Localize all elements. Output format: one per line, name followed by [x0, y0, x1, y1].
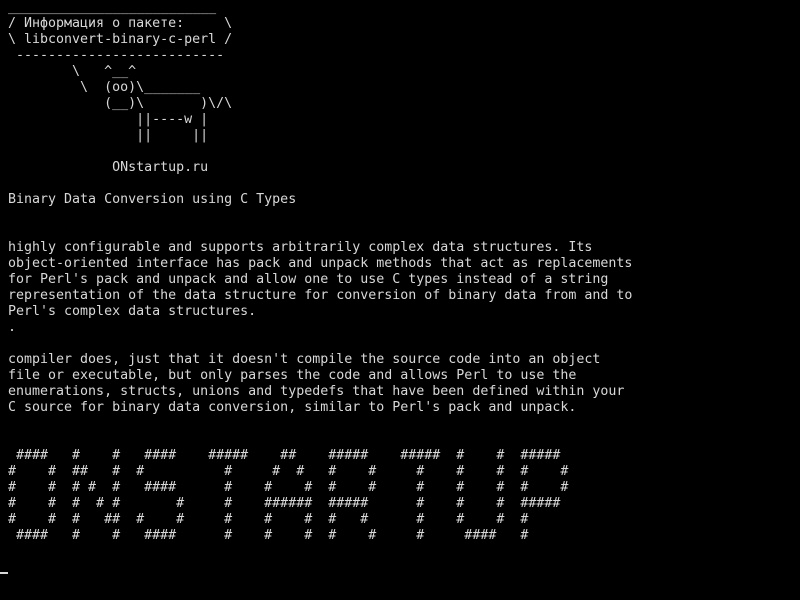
cow-art-line-5: || || [8, 128, 209, 143]
speech-bubble-top: __________________________ [8, 0, 217, 15]
description-line: object-oriented interface has pack and u… [8, 256, 633, 271]
speech-bubble-bottom: -------------------------- [8, 48, 225, 63]
package-description: highly configurable and supports arbitra… [8, 240, 632, 336]
cow-art-line-1: \ ^__^ [8, 64, 137, 79]
cow-art-line-3: (__)\ )\/\ [8, 96, 233, 111]
banner-line: # # ## # # # # # # # # # # # # [8, 464, 569, 479]
description-line: enumerations, structs, unions and typede… [8, 384, 625, 399]
description-line: file or executable, but only parses the … [8, 368, 577, 383]
site-signature: ONstartup.ru [8, 160, 209, 175]
banner-line: #### # # #### # # # # # # #### # [8, 528, 529, 543]
banner-line: #### # # #### ##### ## ##### ##### # # #… [8, 448, 561, 463]
description-line: for Perl's pack and unpack and allow one… [8, 272, 609, 287]
banner-line: # # # # # # # ###### ##### # # # ##### [8, 496, 561, 511]
speech-bubble-line-2: \ libconvert-binary-c-perl / [8, 32, 233, 47]
cow-art-line-4: ||----w | [8, 112, 209, 127]
package-description-continued: compiler does, just that it doesn't comp… [8, 352, 624, 416]
package-summary: Binary Data Conversion using C Types [8, 192, 296, 208]
terminal-screen[interactable]: __________________________ / Информация … [0, 0, 800, 600]
cowsay-message: __________________________ / Информация … [8, 0, 232, 176]
description-line: representation of the data structure for… [8, 288, 633, 303]
text-cursor [0, 572, 8, 574]
description-separator: . [8, 320, 17, 335]
cow-art-line-2: \ (oo)\_______ [8, 80, 201, 95]
package-summary-text: Binary Data Conversion using C Types [8, 192, 297, 207]
description-line: highly configurable and supports arbitra… [8, 240, 593, 255]
description-line: compiler does, just that it doesn't comp… [8, 352, 601, 367]
onstartup-ascii-banner: #### # # #### ##### ## ##### ##### # # #… [8, 448, 568, 544]
banner-line: # # # ## # # # # # # # # # # # [8, 512, 529, 527]
description-line: Perl's complex data structures. [8, 304, 257, 319]
speech-bubble-line-1: / Информация о пакете: \ [8, 16, 233, 31]
description-line: C source for binary data conversion, sim… [8, 400, 577, 415]
banner-line: # # # # # #### # # # # # # # # # # [8, 480, 569, 495]
